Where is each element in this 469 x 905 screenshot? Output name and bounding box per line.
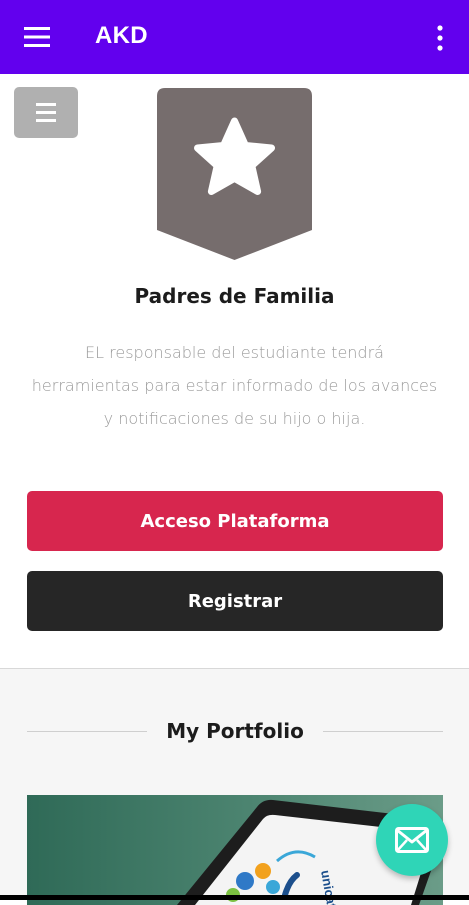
overflow-menu-button[interactable] bbox=[430, 24, 450, 52]
contact-fab-button[interactable] bbox=[376, 804, 448, 876]
access-platform-button[interactable]: Acceso Plataforma bbox=[27, 491, 443, 551]
more-vertical-icon bbox=[437, 25, 443, 51]
app-bar: AKD bbox=[0, 0, 469, 74]
hamburger-menu-icon bbox=[24, 27, 50, 47]
role-badge bbox=[157, 88, 312, 260]
menu-button[interactable] bbox=[24, 26, 50, 48]
system-nav-bar bbox=[0, 895, 469, 900]
mail-icon bbox=[395, 827, 429, 853]
hamburger-menu-icon bbox=[36, 103, 56, 122]
portfolio-heading-row: My Portfolio bbox=[27, 719, 443, 743]
section-title: Padres de Familia bbox=[134, 284, 335, 308]
app-title: AKD bbox=[95, 22, 148, 49]
star-icon bbox=[157, 88, 312, 260]
register-button[interactable]: Registrar bbox=[27, 571, 443, 631]
section-description: EL responsable del estudiante tendrá her… bbox=[31, 343, 438, 428]
heading-rule-right bbox=[323, 731, 443, 732]
main-content: Padres de Familia EL responsable del est… bbox=[0, 74, 469, 905]
sidebar-toggle-button[interactable] bbox=[14, 87, 78, 138]
